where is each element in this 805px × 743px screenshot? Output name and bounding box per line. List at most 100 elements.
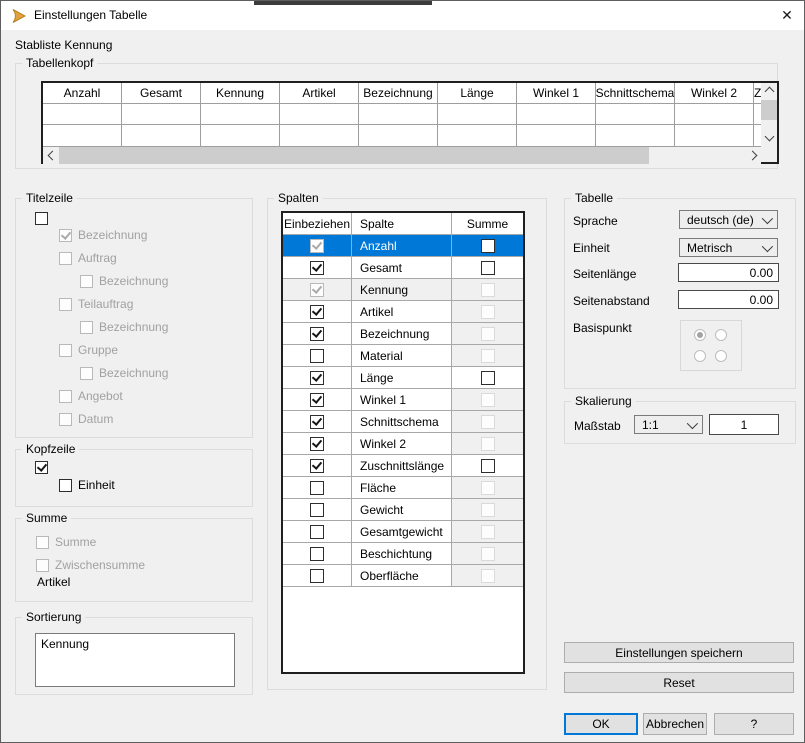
spalten-include-cell[interactable] bbox=[283, 455, 352, 476]
tabellenkopf-column-header[interactable]: Gesamt bbox=[122, 83, 201, 104]
include-checkbox[interactable] bbox=[310, 437, 324, 451]
title-bar[interactable]: Einstellungen Tabelle ✕ bbox=[1, 1, 804, 30]
spalten-row-material[interactable]: Material bbox=[283, 345, 523, 367]
tabellenkopf-column-header[interactable]: Winkel 2 bbox=[675, 83, 754, 104]
include-checkbox[interactable] bbox=[310, 481, 324, 495]
tabellenkopf-column-header[interactable]: Schnittschema bbox=[596, 83, 675, 104]
tabellenkopf-empty-cell[interactable] bbox=[675, 125, 754, 147]
tabellenkopf-empty-cell[interactable] bbox=[438, 125, 517, 147]
spalten-row-anzahl[interactable]: Anzahl bbox=[283, 235, 523, 257]
spalten-row-zuschnittslänge[interactable]: Zuschnittslänge bbox=[283, 455, 523, 477]
tabellenkopf-empty-cell[interactable] bbox=[517, 125, 596, 147]
spalten-summe-cell[interactable] bbox=[452, 455, 523, 476]
spalten-row-gewicht[interactable]: Gewicht bbox=[283, 499, 523, 521]
vscroll-thumb[interactable] bbox=[761, 100, 777, 120]
tabellenkopf-column-header[interactable]: Winkel 1 bbox=[517, 83, 596, 104]
spalten-name-cell[interactable]: Bezeichnung bbox=[352, 323, 452, 344]
summe-column-checkbox[interactable] bbox=[481, 459, 495, 473]
spalten-name-cell[interactable]: Winkel 2 bbox=[352, 433, 452, 454]
ok-button[interactable]: OK bbox=[564, 713, 638, 735]
include-checkbox[interactable] bbox=[310, 349, 324, 363]
tabellenkopf-empty-cell[interactable] bbox=[201, 125, 280, 147]
spalten-include-cell[interactable] bbox=[283, 235, 352, 256]
include-checkbox[interactable] bbox=[310, 569, 324, 583]
spalten-row-länge[interactable]: Länge bbox=[283, 367, 523, 389]
tabellenkopf-column-header-partial[interactable]: Z bbox=[754, 83, 761, 104]
include-checkbox[interactable] bbox=[310, 547, 324, 561]
spalten-row-beschichtung[interactable]: Beschichtung bbox=[283, 543, 523, 565]
scroll-left-icon[interactable] bbox=[43, 147, 59, 164]
spalten-include-cell[interactable] bbox=[283, 389, 352, 410]
spalten-summe-cell[interactable] bbox=[452, 323, 523, 344]
spalten-summe-cell[interactable] bbox=[452, 433, 523, 454]
spalten-summe-cell[interactable] bbox=[452, 411, 523, 432]
spalten-name-cell[interactable]: Länge bbox=[352, 367, 452, 388]
spalten-name-cell[interactable]: Kennung bbox=[352, 279, 452, 300]
spalten-include-cell[interactable] bbox=[283, 477, 352, 498]
tabellenkopf-empty-cell[interactable] bbox=[596, 104, 675, 125]
spalten-header-einbeziehen[interactable]: Einbeziehen bbox=[283, 213, 352, 234]
tabellenkopf-empty-cell[interactable] bbox=[754, 104, 761, 125]
einheit-checkbox[interactable] bbox=[59, 479, 72, 492]
spalten-include-cell[interactable] bbox=[283, 521, 352, 542]
spalten-include-cell[interactable] bbox=[283, 279, 352, 300]
tabellenkopf-empty-cell[interactable] bbox=[280, 104, 359, 125]
spalten-include-cell[interactable] bbox=[283, 345, 352, 366]
tabellenkopf-empty-cell[interactable] bbox=[122, 125, 201, 147]
scroll-up-icon[interactable] bbox=[761, 83, 777, 97]
reset-button[interactable]: Reset bbox=[564, 672, 794, 693]
tabellenkopf-empty-cell[interactable] bbox=[517, 104, 596, 125]
tabellenkopf-column-header[interactable]: Artikel bbox=[280, 83, 359, 104]
einheit-select[interactable]: Metrisch bbox=[679, 238, 778, 257]
spalten-row-artikel[interactable]: Artikel bbox=[283, 301, 523, 323]
include-checkbox[interactable] bbox=[310, 393, 324, 407]
include-checkbox[interactable] bbox=[310, 261, 324, 275]
spalten-name-cell[interactable]: Gewicht bbox=[352, 499, 452, 520]
tabellenkopf-empty-cell[interactable] bbox=[675, 104, 754, 125]
seitenabstand-input[interactable] bbox=[678, 290, 779, 309]
tabellenkopf-empty-cell[interactable] bbox=[359, 125, 438, 147]
spalten-name-cell[interactable]: Gesamtgewicht bbox=[352, 521, 452, 542]
spalten-row-bezeichnung[interactable]: Bezeichnung bbox=[283, 323, 523, 345]
spalten-summe-cell[interactable] bbox=[452, 235, 523, 256]
tabellenkopf-empty-cell[interactable] bbox=[359, 104, 438, 125]
spalten-include-cell[interactable] bbox=[283, 257, 352, 278]
basispunkt-radio-bottom-left[interactable] bbox=[694, 350, 706, 362]
sortierung-list-item[interactable]: Kennung bbox=[36, 636, 234, 652]
tabellenkopf-empty-cell[interactable] bbox=[122, 104, 201, 125]
spalten-summe-cell[interactable] bbox=[452, 389, 523, 410]
spalten-include-cell[interactable] bbox=[283, 543, 352, 564]
spalten-summe-cell[interactable] bbox=[452, 367, 523, 388]
massstab-select[interactable]: 1:1 bbox=[634, 415, 703, 434]
spalten-name-cell[interactable]: Zuschnittslänge bbox=[352, 455, 452, 476]
spalten-summe-cell[interactable] bbox=[452, 543, 523, 564]
spalten-include-cell[interactable] bbox=[283, 411, 352, 432]
tabellenkopf-empty-cell[interactable] bbox=[43, 104, 122, 125]
include-checkbox[interactable] bbox=[310, 327, 324, 341]
include-checkbox[interactable] bbox=[310, 415, 324, 429]
spalten-include-cell[interactable] bbox=[283, 367, 352, 388]
spalten-summe-cell[interactable] bbox=[452, 565, 523, 586]
summe-column-checkbox[interactable] bbox=[481, 261, 495, 275]
spalten-include-cell[interactable] bbox=[283, 301, 352, 322]
spalten-row-fläche[interactable]: Fläche bbox=[283, 477, 523, 499]
tabellenkopf-empty-cell[interactable] bbox=[596, 125, 675, 147]
spalten-include-cell[interactable] bbox=[283, 433, 352, 454]
spalten-row-kennung[interactable]: Kennung bbox=[283, 279, 523, 301]
spalten-row-schnittschema[interactable]: Schnittschema bbox=[283, 411, 523, 433]
spalten-row-gesamt[interactable]: Gesamt bbox=[283, 257, 523, 279]
vertical-scrollbar[interactable] bbox=[761, 83, 777, 145]
spalten-summe-cell[interactable] bbox=[452, 477, 523, 498]
basispunkt-radio-top-left[interactable] bbox=[694, 329, 706, 341]
spalten-name-cell[interactable]: Fläche bbox=[352, 477, 452, 498]
summe-column-checkbox[interactable] bbox=[481, 371, 495, 385]
cancel-button[interactable]: Abbrechen bbox=[643, 713, 707, 735]
help-button[interactable]: ? bbox=[714, 713, 794, 735]
spalten-name-cell[interactable]: Gesamt bbox=[352, 257, 452, 278]
basispunkt-radio-bottom-right[interactable] bbox=[715, 350, 727, 362]
spalten-summe-cell[interactable] bbox=[452, 345, 523, 366]
close-icon[interactable]: ✕ bbox=[770, 1, 804, 30]
spalten-header-summe[interactable]: Summe bbox=[452, 213, 523, 234]
tabellenkopf-column-header[interactable]: Länge bbox=[438, 83, 517, 104]
spalten-name-cell[interactable]: Oberfläche bbox=[352, 565, 452, 586]
